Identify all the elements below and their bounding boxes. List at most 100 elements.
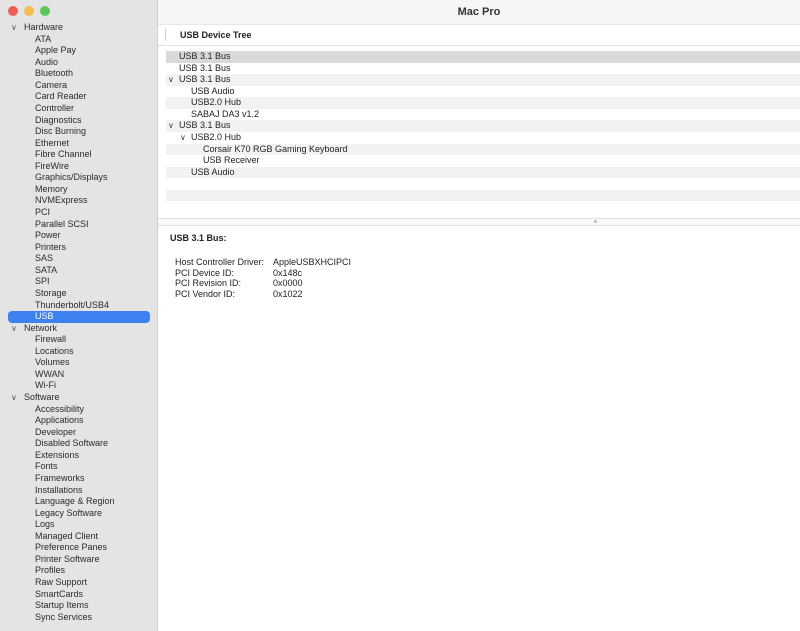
split-divider[interactable]: [158, 218, 800, 226]
tree-row-label: USB Receiver: [203, 155, 260, 166]
tree-row[interactable]: USB 3.1 Bus: [166, 63, 800, 75]
tree-row-label: USB 3.1 Bus: [179, 51, 231, 61]
tree-row[interactable]: USB Audio: [166, 86, 800, 98]
tree-row[interactable]: USB Receiver: [166, 155, 800, 167]
sidebar-item-developer[interactable]: Developer: [0, 427, 158, 439]
sidebar-item-graphics-displays[interactable]: Graphics/Displays: [0, 172, 158, 184]
tree-row[interactable]: ∨ USB 3.1 Bus: [166, 74, 800, 86]
sidebar-category-label: Software: [24, 392, 60, 402]
tree-row-label: USB Audio: [191, 85, 235, 96]
disclosure-chevron-icon[interactable]: ∨: [168, 74, 174, 86]
tree-row[interactable]: SABAJ DA3 v1.2: [166, 109, 800, 121]
detail-panel: USB 3.1 Bus: Host Controller Driver: Appl…: [170, 233, 351, 299]
sidebar-item-camera[interactable]: Camera: [0, 80, 158, 92]
sidebar-item-fonts[interactable]: Fonts: [0, 461, 158, 473]
sidebar-item-ethernet[interactable]: Ethernet: [0, 138, 158, 150]
disclosure-chevron-icon[interactable]: ∨: [168, 120, 174, 132]
property-value: 0x0000: [273, 278, 303, 288]
tree-row-empty: [166, 178, 800, 190]
tree-row[interactable]: USB 3.1 Bus: [166, 51, 800, 63]
sidebar-list: ∨ Hardware ATA Apple Pay Audio Bluetooth Camer…: [0, 22, 158, 623]
sidebar-item-printer-software[interactable]: Printer Software: [0, 554, 158, 566]
tree-row-label: Corsair K70 RGB Gaming Keyboard: [203, 143, 348, 154]
minimize-window-button[interactable]: [24, 6, 34, 16]
usb-device-tree: USB 3.1 Bus USB 3.1 Bus ∨ USB 3.1 Bus USB Au…: [166, 51, 800, 213]
sidebar-item-locations[interactable]: Locations: [0, 346, 158, 358]
property-row: PCI Vendor ID: 0x1022: [170, 289, 351, 300]
sidebar-item-card-reader[interactable]: Card Reader: [0, 91, 158, 103]
property-key: PCI Vendor ID:: [175, 288, 236, 299]
tree-header: USB Device Tree: [158, 24, 800, 46]
tree-row[interactable]: USB2.0 Hub: [166, 97, 800, 109]
sidebar-category-hardware[interactable]: ∨ Hardware: [0, 22, 158, 34]
sidebar-category-label: Hardware: [24, 22, 64, 32]
tree-row[interactable]: ∨ USB2.0 Hub: [166, 132, 800, 144]
sidebar-item-raw-support[interactable]: Raw Support: [0, 577, 158, 589]
sidebar-item-controller[interactable]: Controller: [0, 103, 158, 115]
sidebar-item-memory[interactable]: Memory: [0, 184, 158, 196]
sidebar-item-apple-pay[interactable]: Apple Pay: [0, 45, 158, 57]
sidebar-item-fibre-channel[interactable]: Fibre Channel: [0, 149, 158, 161]
sidebar-item-ata[interactable]: ATA: [0, 34, 158, 46]
tree-row-label: USB2.0 Hub: [191, 97, 242, 108]
sidebar-item-parallel-scsi[interactable]: Parallel SCSI: [0, 219, 158, 231]
sidebar-item-firewire[interactable]: FireWire: [0, 161, 158, 173]
tree-header-label: USB Device Tree: [180, 30, 252, 40]
sidebar-item-firewall[interactable]: Firewall: [0, 334, 158, 346]
sidebar-item-legacy-software[interactable]: Legacy Software: [0, 508, 158, 520]
sidebar-item-sync-services[interactable]: Sync Services: [0, 612, 158, 624]
header-separator: [165, 29, 166, 41]
tree-row-empty: [166, 201, 800, 213]
sidebar-item-installations[interactable]: Installations: [0, 485, 158, 497]
tree-row-empty: [166, 189, 800, 202]
property-row: Host Controller Driver: AppleUSBXHCIPCI: [170, 257, 351, 268]
sidebar-item-extensions[interactable]: Extensions: [0, 450, 158, 462]
sidebar-category-network[interactable]: ∨ Network: [0, 323, 158, 335]
property-key: PCI Revision ID:: [175, 278, 242, 288]
sidebar-item-printers[interactable]: Printers: [0, 242, 158, 254]
tree-row-label: USB 3.1 Bus: [179, 120, 231, 131]
tree-row[interactable]: ∨ USB 3.1 Bus: [166, 120, 800, 132]
sidebar-item-bluetooth[interactable]: Bluetooth: [0, 68, 158, 80]
sidebar-item-sata[interactable]: SATA: [0, 265, 158, 277]
sidebar-item-language-region[interactable]: Language & Region: [0, 496, 158, 508]
property-value: 0x148c: [273, 267, 303, 278]
sidebar-item-sas[interactable]: SAS: [0, 253, 158, 265]
sidebar-item-applications[interactable]: Applications: [0, 415, 158, 427]
sidebar-item-usb[interactable]: USB: [8, 311, 150, 323]
sidebar-item-wwan[interactable]: WWAN: [0, 369, 158, 381]
chevron-down-icon[interactable]: ∨: [11, 392, 17, 404]
sidebar-item-disc-burning[interactable]: Disc Burning: [0, 126, 158, 138]
sidebar-item-profiles[interactable]: Profiles: [0, 565, 158, 577]
sidebar-item-disabled-software[interactable]: Disabled Software: [0, 438, 158, 450]
tree-row[interactable]: Corsair K70 RGB Gaming Keyboard: [166, 143, 800, 156]
sidebar-item-nvmexpress[interactable]: NVMExpress: [0, 195, 158, 207]
sidebar-item-preference-panes[interactable]: Preference Panes: [0, 542, 158, 554]
sidebar-item-storage[interactable]: Storage: [0, 288, 158, 300]
tree-row-label: [166, 190, 179, 200]
sidebar-item-audio[interactable]: Audio: [0, 57, 158, 69]
sidebar-item-logs[interactable]: Logs: [0, 519, 158, 531]
sidebar: ∨ Hardware ATA Apple Pay Audio Bluetooth Camer…: [0, 0, 158, 631]
disclosure-chevron-icon[interactable]: ∨: [180, 132, 186, 144]
chevron-down-icon[interactable]: ∨: [11, 22, 17, 34]
divider-handle-icon: [594, 220, 597, 223]
sidebar-item-frameworks[interactable]: Frameworks: [0, 473, 158, 485]
zoom-window-button[interactable]: [40, 6, 50, 16]
sidebar-item-pci[interactable]: PCI: [0, 207, 158, 219]
sidebar-item-startup-items[interactable]: Startup Items: [0, 600, 158, 612]
sidebar-item-accessibility[interactable]: Accessibility: [0, 404, 158, 416]
sidebar-item-wi-fi[interactable]: Wi-Fi: [0, 380, 158, 392]
sidebar-item-spi[interactable]: SPI: [0, 276, 158, 288]
close-window-button[interactable]: [8, 6, 18, 16]
sidebar-item-thunderbolt-usb4[interactable]: Thunderbolt/USB4: [0, 300, 158, 312]
sidebar-item-smartcards[interactable]: SmartCards: [0, 589, 158, 601]
property-key: PCI Device ID:: [175, 267, 235, 278]
sidebar-item-power[interactable]: Power: [0, 230, 158, 242]
tree-row[interactable]: USB Audio: [166, 166, 800, 179]
sidebar-item-managed-client[interactable]: Managed Client: [0, 531, 158, 543]
sidebar-item-volumes[interactable]: Volumes: [0, 357, 158, 369]
sidebar-category-software[interactable]: ∨ Software: [0, 392, 158, 404]
sidebar-item-diagnostics[interactable]: Diagnostics: [0, 115, 158, 127]
chevron-down-icon[interactable]: ∨: [11, 323, 17, 335]
